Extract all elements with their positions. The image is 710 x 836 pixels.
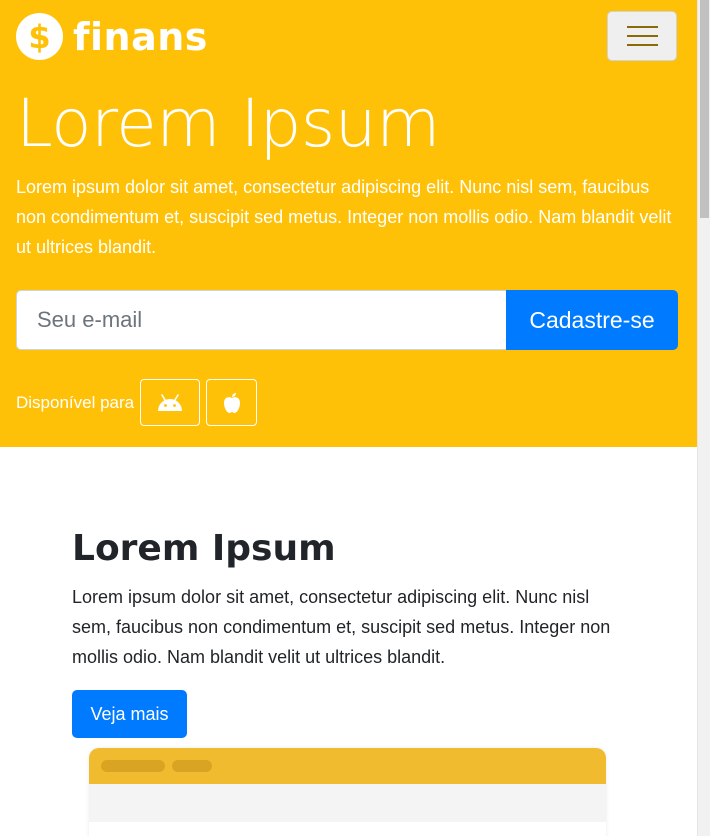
hamburger-menu-icon-line [626,35,658,37]
mockup-placeholder-pill [101,760,165,772]
signup-form: Cadastre-se [16,290,678,350]
dollar-logo-icon: $ [16,13,63,60]
navbar-toggler-button[interactable] [607,11,677,61]
scrollbar-thumb[interactable] [700,0,709,218]
mockup-card [89,822,606,836]
see-more-button[interactable]: Veja mais [72,690,187,738]
signup-button[interactable]: Cadastre-se [506,290,678,350]
hero-section: $ finans Lorem Ipsum Lorem ipsum dolor s… [0,0,697,447]
mockup-body [89,784,606,822]
vertical-scrollbar[interactable] [697,0,710,836]
apple-icon [223,392,240,413]
brand-link[interactable]: $ finans [16,13,208,60]
page: $ finans Lorem Ipsum Lorem ipsum dolor s… [0,0,697,836]
android-icon [158,393,183,411]
android-store-button[interactable] [140,379,201,426]
brand-name: finans [73,14,208,59]
section-title: Lorem Ipsum [72,528,336,569]
hamburger-menu-icon [626,26,658,28]
app-mockup-image [89,748,606,836]
available-platforms: Disponível para [16,379,263,426]
mockup-placeholder-pill [172,760,212,772]
available-label: Disponível para [16,392,135,412]
apple-store-button[interactable] [206,379,258,426]
section-description: Lorem ipsum dolor sit amet, consectetur … [72,587,611,667]
hero-title: Lorem Ipsum [16,85,440,162]
email-input[interactable] [16,290,506,350]
mockup-header-bar [89,748,606,784]
hero-description: Lorem ipsum dolor sit amet, consectetur … [16,177,672,257]
hamburger-menu-icon-line [626,44,658,46]
